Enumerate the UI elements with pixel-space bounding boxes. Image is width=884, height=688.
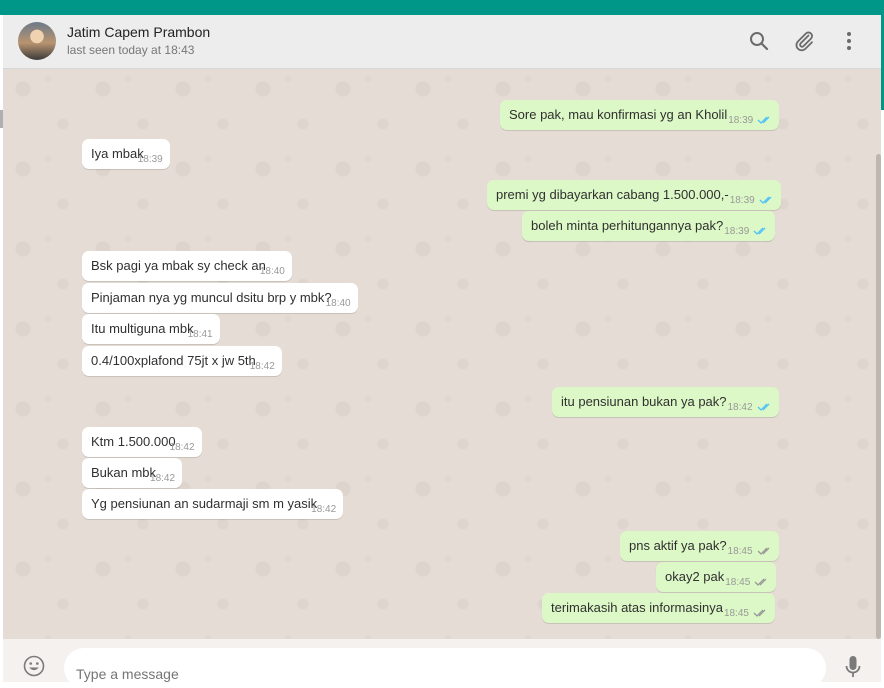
message-time: 18:45 bbox=[723, 608, 749, 619]
message-time: 18:40 bbox=[325, 298, 351, 309]
emoji-icon[interactable] bbox=[23, 655, 45, 677]
message-time: 18:45 bbox=[727, 546, 753, 557]
message-time: 18:39 bbox=[724, 226, 750, 237]
message-in[interactable]: Pinjaman nya yg muncul dsitu brp y mbk? … bbox=[82, 283, 358, 313]
menu-icon[interactable] bbox=[837, 29, 861, 53]
message-time: 18:39 bbox=[729, 195, 755, 206]
attach-icon[interactable] bbox=[792, 29, 816, 53]
double-check-read-icon bbox=[753, 227, 766, 235]
message-out[interactable]: itu pensiunan bukan ya pak? 18:42 bbox=[552, 387, 779, 417]
search-icon[interactable] bbox=[747, 29, 771, 53]
message-out[interactable]: Sore pak, mau konfirmasi yg an Kholil 18… bbox=[500, 100, 780, 130]
message-out[interactable]: okay2 pak 18:45 bbox=[656, 562, 777, 592]
message-input[interactable] bbox=[64, 648, 826, 688]
message-text: premi yg dibayarkan cabang 1.500.000,- bbox=[496, 187, 729, 202]
composer-bar bbox=[3, 639, 881, 688]
last-seen-status: last seen today at 18:43 bbox=[67, 43, 195, 57]
message-text: Sore pak, mau konfirmasi yg an Kholil bbox=[509, 107, 728, 122]
message-time: 18:42 bbox=[150, 473, 176, 484]
message-text: okay2 pak bbox=[665, 569, 725, 584]
double-check-delivered-icon bbox=[757, 547, 770, 555]
double-check-read-icon bbox=[757, 403, 769, 411]
message-text: 0.4/100xplafond 75jt x jw 5th bbox=[91, 353, 256, 368]
double-check-delivered-icon bbox=[754, 578, 767, 586]
message-time: 18:42 bbox=[311, 504, 337, 515]
message-in[interactable]: Ktm 1.500.000 18:42 bbox=[82, 427, 202, 457]
chat-scrollbar[interactable] bbox=[876, 154, 881, 639]
double-check-read-icon bbox=[757, 116, 770, 124]
message-time: 18:39 bbox=[137, 154, 163, 165]
message-in[interactable]: Bsk pagi ya mbak sy check an 18:40 bbox=[82, 251, 292, 281]
double-check-read-icon bbox=[759, 196, 772, 204]
message-text: boleh minta perhitungannya pak? bbox=[531, 218, 724, 233]
message-out[interactable]: pns aktif ya pak? 18:45 bbox=[620, 531, 779, 561]
message-in[interactable]: Iya mbak 18:39 bbox=[82, 139, 170, 169]
chat-area[interactable]: Sore pak, mau konfirmasi yg an Kholil 18… bbox=[3, 69, 881, 639]
contact-name[interactable]: Jatim Capem Prambon bbox=[67, 24, 210, 40]
message-text: Bukan mbk bbox=[91, 465, 157, 480]
message-time: 18:40 bbox=[259, 266, 285, 277]
message-text: Pinjaman nya yg muncul dsitu brp y mbk? bbox=[91, 290, 332, 305]
message-time: 18:39 bbox=[728, 115, 754, 126]
message-in[interactable]: Yg pensiunan an sudarmaji sm m yasik 18:… bbox=[82, 489, 344, 519]
message-time: 18:42 bbox=[169, 442, 195, 453]
message-text: Yg pensiunan an sudarmaji sm m yasik bbox=[91, 496, 318, 511]
message-text: terimakasih atas informasinya bbox=[551, 600, 723, 615]
chat-header: Jatim Capem Prambon last seen today at 1… bbox=[3, 15, 881, 69]
top-accent-bar bbox=[0, 0, 884, 15]
microphone-icon[interactable] bbox=[843, 655, 863, 679]
message-text: Ktm 1.500.000 bbox=[91, 434, 176, 449]
message-time: 18:41 bbox=[187, 329, 213, 340]
message-text: Itu multiguna mbk bbox=[91, 321, 194, 336]
avatar[interactable] bbox=[18, 22, 56, 60]
message-time: 18:42 bbox=[249, 361, 275, 372]
message-text: Iya mbak bbox=[91, 146, 144, 161]
message-time: 18:45 bbox=[725, 577, 751, 588]
message-out[interactable]: terimakasih atas informasinya 18:45 bbox=[542, 593, 775, 623]
message-text: Bsk pagi ya mbak sy check an bbox=[91, 258, 266, 273]
message-text: pns aktif ya pak? bbox=[629, 538, 727, 553]
message-in[interactable]: Itu multiguna mbk 18:41 bbox=[82, 314, 220, 344]
message-out[interactable]: boleh minta perhitungannya pak? 18:39 bbox=[522, 211, 776, 241]
message-in[interactable]: 0.4/100xplafond 75jt x jw 5th 18:42 bbox=[82, 346, 282, 376]
double-check-delivered-icon bbox=[753, 609, 766, 617]
message-out[interactable]: premi yg dibayarkan cabang 1.500.000,- 1… bbox=[487, 180, 781, 210]
message-in[interactable]: Bukan mbk 18:42 bbox=[82, 458, 183, 488]
message-time: 18:42 bbox=[727, 402, 753, 413]
message-text: itu pensiunan bukan ya pak? bbox=[561, 394, 727, 409]
